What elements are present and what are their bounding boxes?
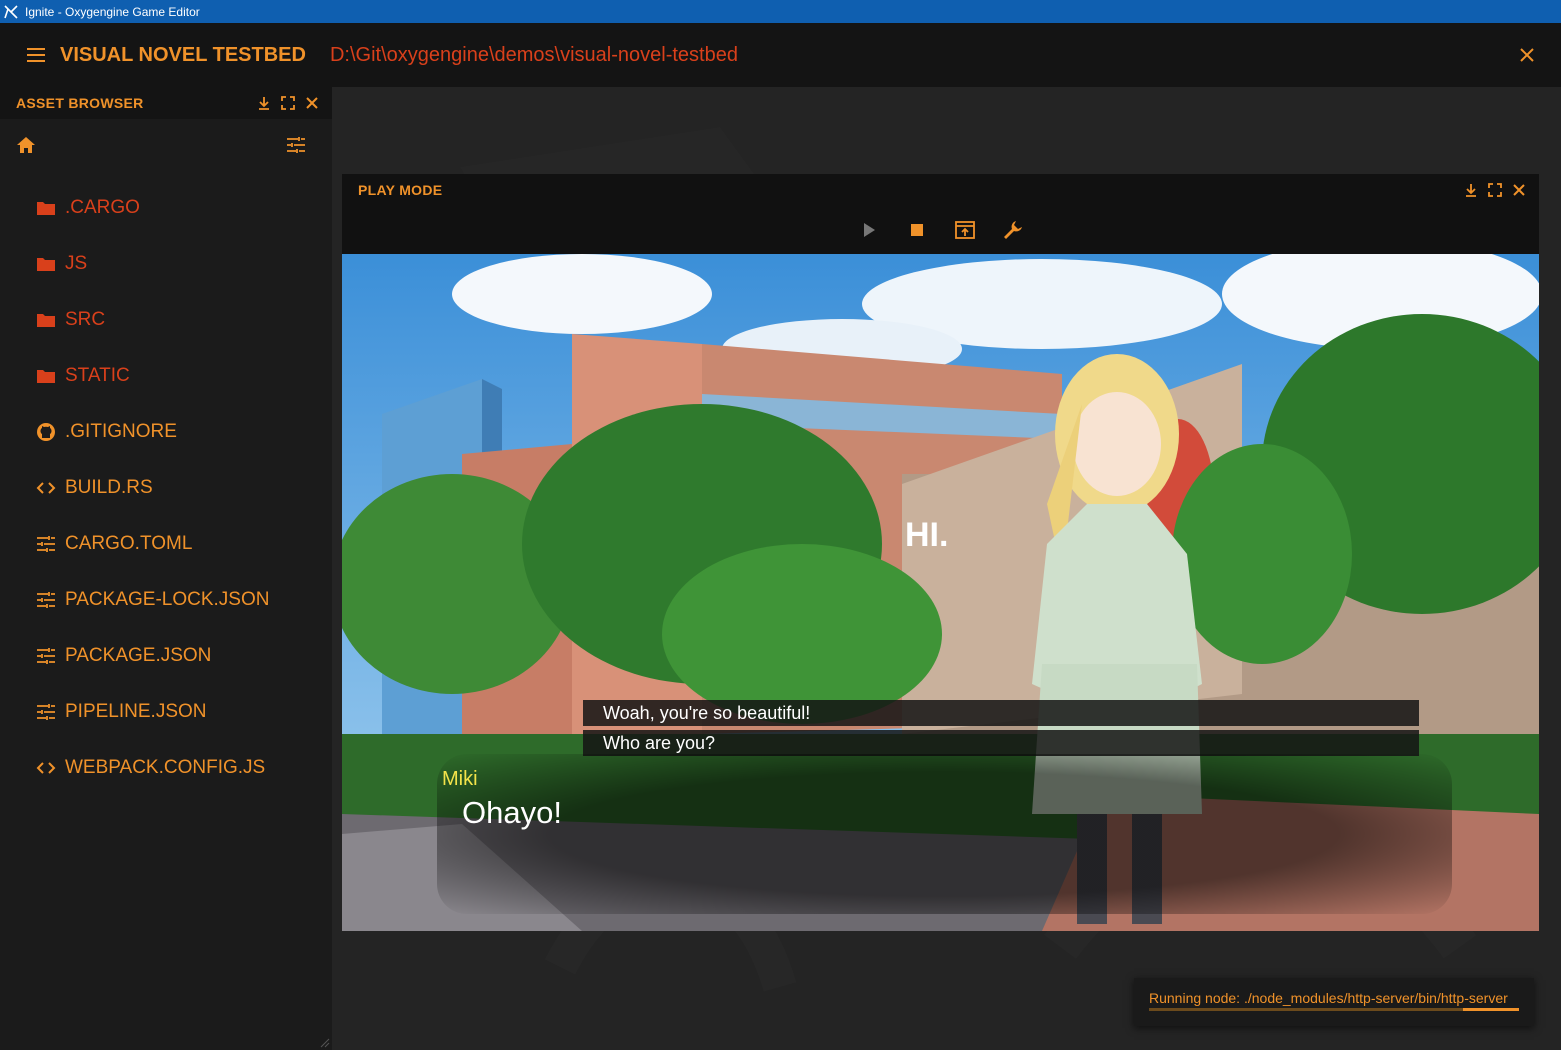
code-icon xyxy=(35,757,57,779)
asset-item-label: .GITIGNORE xyxy=(65,421,177,442)
project-name: VISUAL NOVEL TESTBED xyxy=(60,43,306,66)
close-panel-icon[interactable] xyxy=(302,93,322,113)
window-title: Ignite - Oxygengine Game Editor xyxy=(25,4,200,19)
game-viewport[interactable]: HI. Woah, you're so beautiful! Who are y… xyxy=(342,254,1539,931)
menu-icon[interactable] xyxy=(24,43,48,67)
dock-icon[interactable] xyxy=(1461,180,1481,200)
dialogue-box xyxy=(437,754,1452,914)
asset-list: .CARGO JS SRC STATIC .GITIGNORE BUILD.RS CARGO… xyxy=(0,171,332,796)
app-bar: VISUAL NOVEL TESTBED D:\Git\oxygengine\d… xyxy=(0,23,1561,87)
folder-icon xyxy=(35,197,57,219)
dock-icon[interactable] xyxy=(254,93,274,113)
dialogue-choice-2[interactable]: Who are you? xyxy=(583,730,1419,756)
asset-browser-title: ASSET BROWSER xyxy=(16,95,144,111)
tune-icon xyxy=(35,589,57,611)
asset-browser-panel: ASSET BROWSER .CARGO JS SRC STATIC .GITIGNOR… xyxy=(0,87,332,1050)
asset-item-label: PACKAGE.JSON xyxy=(65,645,212,666)
status-notification: Running node: ./node_modules/http-server… xyxy=(1134,978,1534,1026)
maximize-icon[interactable] xyxy=(278,93,298,113)
tune-icon xyxy=(35,533,57,555)
asset-item-label: PACKAGE-LOCK.JSON xyxy=(65,589,270,610)
folder-icon xyxy=(35,309,57,331)
play-icon[interactable] xyxy=(857,218,881,242)
close-panel-icon[interactable] xyxy=(1509,180,1529,200)
progress-fill xyxy=(1463,1008,1519,1011)
resize-grip-icon[interactable] xyxy=(320,1038,330,1048)
dialogue-line: Ohayo! xyxy=(462,795,562,830)
dialogue-choice-1[interactable]: Woah, you're so beautiful! xyxy=(583,700,1419,726)
play-mode-title: PLAY MODE xyxy=(358,182,443,198)
filter-settings-icon[interactable] xyxy=(284,133,308,157)
home-icon[interactable] xyxy=(14,133,38,157)
project-path: D:\Git\oxygengine\demos\visual-novel-tes… xyxy=(329,43,738,66)
stop-icon[interactable] xyxy=(905,218,929,242)
tune-icon xyxy=(35,701,57,723)
speaker-name: Miki xyxy=(442,768,478,790)
asset-item-label: WEBPACK.CONFIG.JS xyxy=(65,757,266,778)
open-in-window-icon[interactable] xyxy=(953,218,977,242)
asset-item-package-json[interactable]: PACKAGE.JSON xyxy=(0,628,332,684)
asset-item-build-rs[interactable]: BUILD.RS xyxy=(0,460,332,516)
folder-icon xyxy=(35,365,57,387)
asset-item-label: .CARGO xyxy=(65,197,140,218)
close-project-icon[interactable] xyxy=(1515,43,1539,67)
asset-browser-header: ASSET BROWSER xyxy=(0,87,332,119)
asset-item-cargo[interactable]: .CARGO xyxy=(0,180,332,236)
status-message: Running node: ./node_modules/http-server… xyxy=(1149,990,1508,1006)
asset-item-gitignore[interactable]: .GITIGNORE xyxy=(0,404,332,460)
play-mode-panel: PLAY MODE HI. Woah, you're so beautiful!… xyxy=(342,174,1539,931)
window-titlebar: Ignite - Oxygengine Game Editor xyxy=(0,0,1561,23)
asset-item-js[interactable]: JS xyxy=(0,236,332,292)
asset-item-static[interactable]: STATIC xyxy=(0,348,332,404)
maximize-icon[interactable] xyxy=(1485,180,1505,200)
asset-item-label: CARGO.TOML xyxy=(65,533,193,554)
asset-item-label: PIPELINE.JSON xyxy=(65,701,207,722)
wrench-icon[interactable] xyxy=(1001,218,1025,242)
app-logo-icon xyxy=(3,4,19,20)
asset-item-label: SRC xyxy=(65,309,106,330)
asset-item-package-lock-json[interactable]: PACKAGE-LOCK.JSON xyxy=(0,572,332,628)
code-icon xyxy=(35,477,57,499)
asset-item-src[interactable]: SRC xyxy=(0,292,332,348)
play-mode-header: PLAY MODE xyxy=(342,174,1539,206)
github-icon xyxy=(35,421,57,443)
play-toolbar xyxy=(342,206,1539,254)
tune-icon xyxy=(35,645,57,667)
asset-item-label: STATIC xyxy=(65,365,130,386)
asset-item-cargo-toml[interactable]: CARGO.TOML xyxy=(0,516,332,572)
folder-icon xyxy=(35,253,57,275)
asset-item-label: JS xyxy=(65,253,88,274)
asset-item-webpack-config-js[interactable]: WEBPACK.CONFIG.JS xyxy=(0,740,332,796)
asset-item-pipeline-json[interactable]: PIPELINE.JSON xyxy=(0,684,332,740)
workspace: ASSET BROWSER .CARGO JS SRC STATIC .GITIGNOR… xyxy=(0,87,1561,1050)
asset-item-label: BUILD.RS xyxy=(65,477,153,498)
building-sign-text: HI. xyxy=(905,516,948,554)
